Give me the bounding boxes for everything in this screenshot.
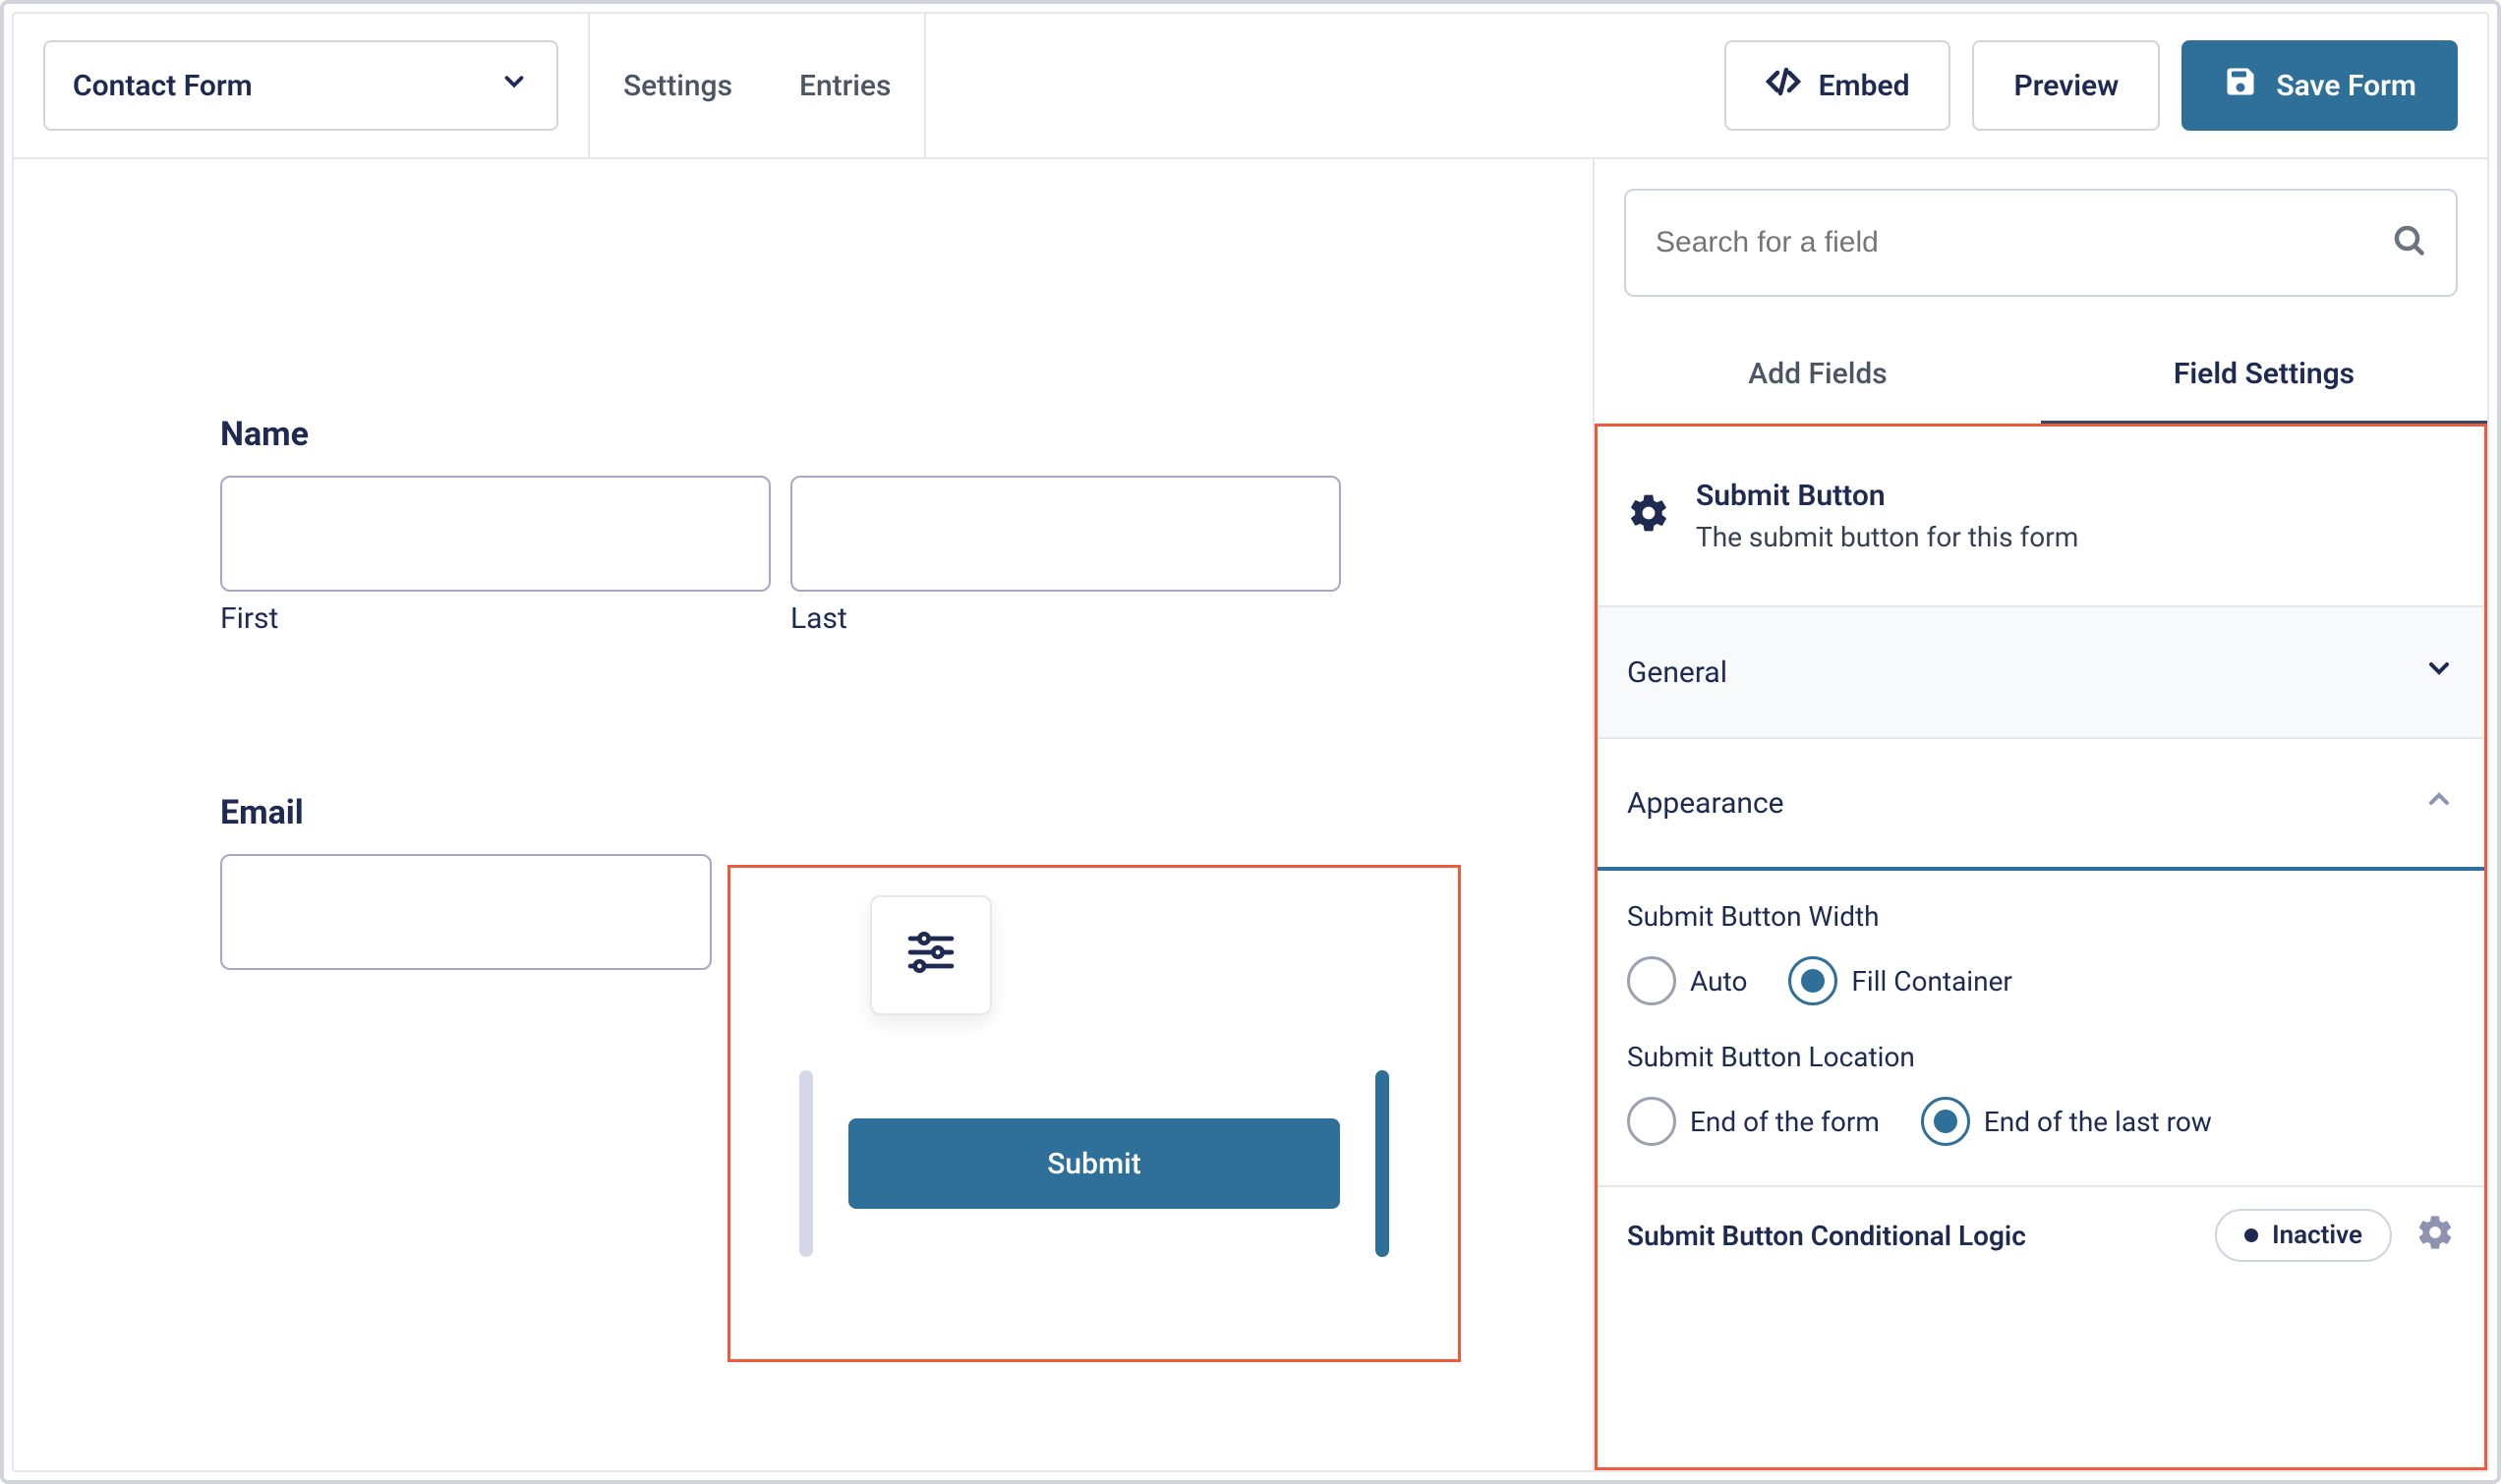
search-field[interactable] bbox=[1624, 189, 2458, 297]
conditional-logic-row: Submit Button Conditional Logic Inactive bbox=[1598, 1187, 2484, 1262]
body: Name First Last Email bbox=[14, 159, 2487, 1470]
status-dot-icon bbox=[2244, 1228, 2258, 1242]
appearance-panel: Submit Button Width Auto Fill Container … bbox=[1598, 871, 2484, 1187]
app-frame: Contact Form Settings Entries Embed Prev… bbox=[0, 0, 2501, 1484]
radio-width-auto-label: Auto bbox=[1690, 965, 1747, 998]
conditional-logic-status: Inactive bbox=[2272, 1221, 2362, 1250]
topbar-right: Embed Preview Save Form bbox=[1724, 40, 2487, 131]
topbar: Contact Form Settings Entries Embed Prev… bbox=[14, 14, 2487, 159]
resize-handle-left[interactable] bbox=[799, 1070, 813, 1257]
radio-width-auto[interactable]: Auto bbox=[1627, 956, 1747, 1005]
field-settings-panel: Submit Button The submit button for this… bbox=[1595, 424, 2487, 1470]
radio-loc-end-form[interactable]: End of the form bbox=[1627, 1097, 1880, 1146]
sidebar: Add Fields Field Settings Submit Button … bbox=[1593, 159, 2487, 1470]
email-label: Email bbox=[220, 793, 1386, 832]
gear-icon bbox=[1627, 491, 1670, 542]
accordion-appearance[interactable]: Appearance bbox=[1598, 739, 2484, 871]
last-sublabel: Last bbox=[790, 601, 1341, 636]
resize-handle-right[interactable] bbox=[1375, 1070, 1389, 1257]
form-name: Contact Form bbox=[73, 69, 253, 103]
app-inner: Contact Form Settings Entries Embed Prev… bbox=[12, 12, 2489, 1472]
radio-loc-end-row[interactable]: End of the last row bbox=[1921, 1097, 2212, 1146]
preview-label: Preview bbox=[2013, 69, 2119, 103]
location-radio-group: End of the form End of the last row bbox=[1627, 1097, 2455, 1146]
nav-tabs: Settings Entries bbox=[588, 14, 926, 157]
radio-loc-end-form-label: End of the form bbox=[1690, 1106, 1880, 1138]
code-icon bbox=[1766, 64, 1801, 107]
name-label: Name bbox=[220, 415, 1341, 454]
chevron-up-icon bbox=[2423, 783, 2455, 823]
tab-add-fields[interactable]: Add Fields bbox=[1595, 326, 2041, 421]
accordion-general[interactable]: General bbox=[1598, 607, 2484, 739]
conditional-logic-toggle[interactable]: Inactive bbox=[2215, 1209, 2392, 1262]
save-label: Save Form bbox=[2276, 69, 2416, 103]
chevron-down-icon bbox=[499, 67, 529, 104]
field-settings-toggle[interactable] bbox=[870, 895, 992, 1015]
chevron-down-icon bbox=[2423, 653, 2455, 692]
radio-width-fill-label: Fill Container bbox=[1851, 965, 2012, 998]
radio-loc-end-row-label: End of the last row bbox=[1984, 1106, 2212, 1138]
width-radio-group: Auto Fill Container bbox=[1627, 956, 2455, 1005]
search-icon bbox=[2391, 222, 2426, 264]
form-selector[interactable]: Contact Form bbox=[43, 40, 558, 131]
last-name-input[interactable] bbox=[790, 476, 1341, 592]
embed-label: Embed bbox=[1819, 69, 1910, 103]
embed-button[interactable]: Embed bbox=[1724, 40, 1951, 131]
sidebar-tabs: Add Fields Field Settings bbox=[1595, 326, 2487, 421]
name-field: Name First Last bbox=[220, 415, 1341, 636]
field-description: The submit button for this form bbox=[1696, 521, 2078, 553]
form-canvas: Name First Last Email bbox=[14, 159, 1593, 1470]
name-row: First Last bbox=[220, 476, 1341, 636]
accordion-appearance-label: Appearance bbox=[1627, 786, 1784, 821]
accordion-general-label: General bbox=[1627, 656, 1727, 690]
submit-button-preview[interactable]: Submit bbox=[848, 1118, 1340, 1209]
radio-width-fill[interactable]: Fill Container bbox=[1788, 956, 2012, 1005]
field-header: Submit Button The submit button for this… bbox=[1598, 427, 2484, 607]
selected-submit-block[interactable]: Submit bbox=[727, 865, 1461, 1362]
preview-button[interactable]: Preview bbox=[1972, 40, 2160, 131]
tab-settings[interactable]: Settings bbox=[590, 14, 766, 157]
first-sublabel: First bbox=[220, 601, 771, 636]
tab-entries[interactable]: Entries bbox=[766, 14, 924, 157]
location-label: Submit Button Location bbox=[1627, 1041, 2455, 1073]
save-icon bbox=[2223, 64, 2258, 107]
width-label: Submit Button Width bbox=[1627, 900, 2455, 933]
email-input[interactable] bbox=[220, 854, 712, 970]
first-name-input[interactable] bbox=[220, 476, 771, 592]
search-input[interactable] bbox=[1656, 226, 2391, 259]
resize-handles: Submit bbox=[799, 1070, 1389, 1257]
tune-icon bbox=[903, 925, 959, 987]
save-button[interactable]: Save Form bbox=[2181, 40, 2458, 131]
conditional-logic-label: Submit Button Conditional Logic bbox=[1627, 1220, 2026, 1252]
field-title: Submit Button bbox=[1696, 479, 2078, 513]
gear-icon[interactable] bbox=[2415, 1213, 2455, 1259]
tab-field-settings[interactable]: Field Settings bbox=[2041, 326, 2487, 421]
